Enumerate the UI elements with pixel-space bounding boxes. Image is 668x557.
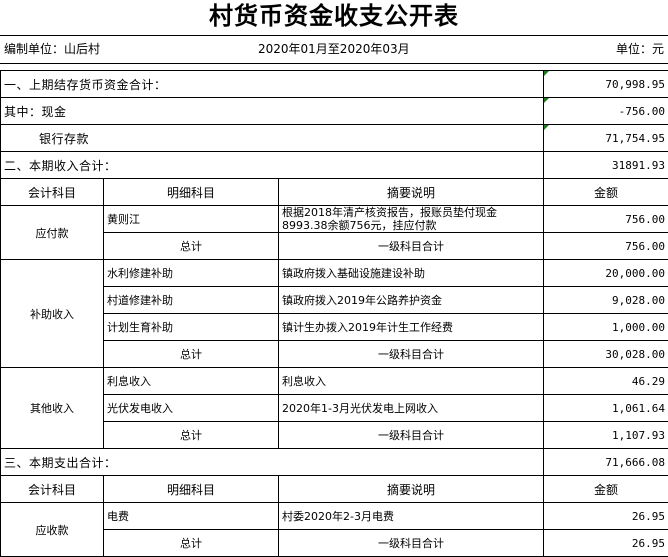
amount-cell: 1,061.64 [543, 394, 668, 422]
header-divider-top [0, 35, 668, 36]
income-total-value: 31891.93 [543, 151, 668, 179]
detail-cell: 村道修建补助 [103, 286, 279, 314]
amount-cell: 9,028.00 [543, 286, 668, 314]
table-row: 补助收入 水利修建补助 镇政府拨入基础设施建设补助 20,000.00 [0, 259, 668, 368]
cash-value: -756.00 [543, 97, 668, 125]
col-header-description: 摘要说明 [277, 178, 545, 206]
header-divider-bottom [0, 63, 668, 64]
income-header-row: 会计科目 明细科目 摘要说明 金额 [0, 178, 668, 206]
detail-cell: 光伏发电收入 [103, 394, 279, 422]
description-cell: 村委2020年2-3月电费 [277, 502, 545, 530]
col-header-detail: 明细科目 [103, 178, 279, 206]
detail-cell: 黄则江 [103, 205, 279, 233]
col-header-detail: 明细科目 [103, 475, 279, 503]
amount-cell: 1,000.00 [543, 313, 668, 341]
fund-table: 一、上期结存货币资金合计： 70,998.95 其中：现金 -756.00 银行… [0, 70, 668, 557]
table-row: 应收款 电费 村委2020年2-3月电费 26.95 [0, 502, 668, 557]
subtotal-amount: 1,107.93 [543, 421, 668, 449]
prepared-by-unit: 编制单位：山后村 [4, 42, 101, 56]
description-cell: 镇政府拨入基础设施建设补助 [277, 259, 545, 287]
prev-balance-value: 70,998.95 [543, 70, 668, 98]
subtotal-amount: 30,028.00 [543, 340, 668, 368]
description-cell: 利息收入 [277, 367, 545, 395]
report-period: 2020年01月至2020年03月 [258, 42, 410, 56]
detail-cell: 电费 [103, 502, 279, 530]
description-cell: 镇政府拨入2019年公路养护资金 [277, 286, 545, 314]
account-cell: 其他收入 [0, 367, 104, 449]
page-title: 村货币资金收支公开表 [209, 1, 459, 30]
subtotal-amount: 756.00 [543, 232, 668, 260]
table-row: 应付款 黄则江 根据2018年清产核资报告，报账员垫付现金8993.38余额75… [0, 205, 668, 260]
bank-label: 银行存款 [0, 124, 545, 152]
expense-total-value: 71,666.08 [543, 448, 668, 476]
detail-cell: 利息收入 [103, 367, 279, 395]
account-cell: 补助收入 [0, 259, 104, 368]
col-header-account: 会计科目 [0, 178, 104, 206]
description-cell: 2020年1-3月光伏发电上网收入 [277, 394, 545, 422]
amount-cell: 26.95 [543, 502, 668, 530]
table-row: 其他收入 利息收入 利息收入 46.29 [0, 367, 668, 449]
subtotal-desc: 一级科目合计 [277, 421, 545, 449]
bank-row: 银行存款 71,754.95 [0, 124, 668, 152]
col-header-amount: 金额 [543, 475, 668, 503]
account-cell: 应付款 [0, 205, 104, 260]
income-total-row: 二、本期收入合计： 31891.93 [0, 151, 668, 179]
expense-total-label: 三、本期支出合计： [0, 448, 545, 476]
bank-value: 71,754.95 [543, 124, 668, 152]
prev-balance-row: 一、上期结存货币资金合计： 70,998.95 [0, 70, 668, 98]
subtotal-desc: 一级科目合计 [277, 340, 545, 368]
amount-cell: 46.29 [543, 367, 668, 395]
account-cell: 应收款 [0, 502, 104, 557]
subtotal-label: 总计 [103, 421, 279, 449]
description-cell: 根据2018年清产核资报告，报账员垫付现金8993.38余额756元，挂应付款 [277, 205, 545, 233]
expense-header-row: 会计科目 明细科目 摘要说明 金额 [0, 475, 668, 503]
cash-row: 其中：现金 -756.00 [0, 97, 668, 125]
col-header-account: 会计科目 [0, 475, 104, 503]
amount-cell: 756.00 [543, 205, 668, 233]
currency-unit: 单位：元 [615, 42, 664, 56]
detail-cell: 计划生育补助 [103, 313, 279, 341]
income-total-label: 二、本期收入合计： [0, 151, 545, 179]
cash-label: 其中：现金 [0, 97, 545, 125]
subtotal-label: 总计 [103, 529, 279, 557]
description-cell: 镇计生办拨入2019年计生工作经费 [277, 313, 545, 341]
subtotal-desc: 一级科目合计 [277, 529, 545, 557]
prev-balance-label: 一、上期结存货币资金合计： [0, 70, 545, 98]
subtotal-label: 总计 [103, 340, 279, 368]
col-header-amount: 金额 [543, 178, 668, 206]
subtotal-label: 总计 [103, 232, 279, 260]
amount-cell: 20,000.00 [543, 259, 668, 287]
detail-cell: 水利修建补助 [103, 259, 279, 287]
expense-total-row: 三、本期支出合计： 71,666.08 [0, 448, 668, 476]
subtotal-desc: 一级科目合计 [277, 232, 545, 260]
col-header-description: 摘要说明 [277, 475, 545, 503]
subtotal-amount: 26.95 [543, 529, 668, 557]
